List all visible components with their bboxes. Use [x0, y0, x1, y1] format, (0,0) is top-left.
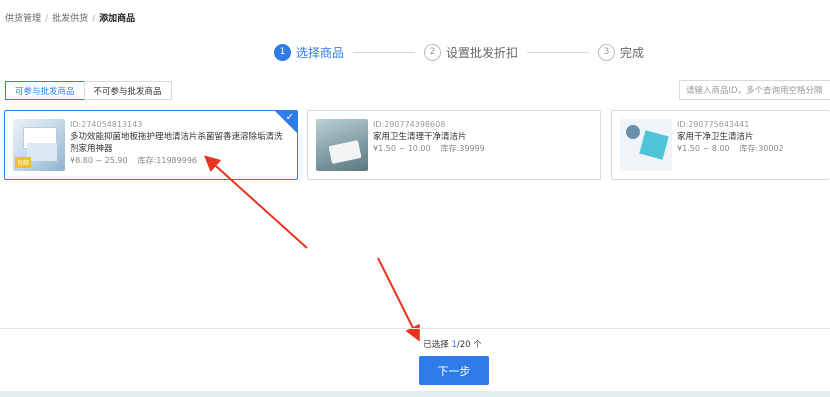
next-step-button[interactable]: 下一步 [419, 356, 489, 385]
step-divider [527, 51, 590, 53]
product-meta: ¥8.80 ~ 25.90 库存:11989996 [70, 155, 289, 167]
breadcrumb-separator: / [45, 14, 49, 24]
selected-prefix: 已选择 [423, 340, 452, 350]
breadcrumb: 供货管理 / 批发供货 / 添加商品 [5, 11, 135, 24]
product-name: 家用干净卫生清洁片 [677, 132, 754, 142]
step-label: 选择商品 [296, 45, 345, 60]
product-info: ID:290774398608 家用卫生清理干净清洁片 ¥1.50 ~ 10.0… [373, 119, 592, 155]
selected-count: 已选择 1/20 个 [0, 338, 830, 350]
product-card[interactable]: 包邮 ID:274054813143 多功效能抑菌地板拖护理地清洁片杀菌留香速溶… [4, 110, 298, 180]
product-stock: 库存:11989996 [137, 156, 198, 165]
product-price: ¥8.80 ~ 25.90 [70, 156, 128, 165]
step-number: 2 [424, 43, 442, 61]
product-image [316, 119, 368, 171]
product-card[interactable]: ID:290775643441 家用干净卫生清洁片 ¥1.50 ~ 8.00 库存… [611, 110, 830, 180]
step-indicator: 1 选择商品 2 设置批发折扣 3 完成 [274, 43, 644, 61]
product-meta: ¥1.50 ~ 10.00 库存:39999 [373, 143, 592, 155]
step-label: 设置批发折扣 [446, 45, 519, 60]
breadcrumb-separator: / [92, 14, 96, 24]
product-stock: 库存:30002 [739, 144, 784, 153]
product-image: 包邮 [13, 119, 65, 171]
step-number: 3 [598, 43, 616, 61]
search-input[interactable]: 请输入商品ID，多个查询用空格分隔 [679, 80, 830, 100]
breadcrumb-current: 添加商品 [99, 14, 136, 24]
product-id: ID:290775643441 [677, 120, 750, 129]
annotation-arrow-count [377, 257, 420, 342]
tab-ineligible-products[interactable]: 不可参与批发商品 [83, 81, 172, 100]
tab-eligible-products[interactable]: 可参与批发商品 [5, 81, 85, 100]
step-divider [353, 51, 416, 53]
step-number: 1 [274, 43, 291, 61]
product-meta: ¥1.50 ~ 8.00 库存:30002 [677, 143, 822, 155]
product-name: 家用卫生清理干净清洁片 [373, 132, 467, 142]
selected-suffix: /20 个 [456, 340, 482, 350]
step-set-discount: 2 设置批发折扣 [424, 43, 519, 61]
product-stock: 库存:39999 [440, 144, 485, 153]
product-id: ID:274054813143 [70, 120, 143, 129]
breadcrumb-item-wholesale[interactable]: 批发供货 [52, 14, 88, 24]
product-badge: 包邮 [15, 157, 32, 168]
product-price: ¥1.50 ~ 8.00 [677, 144, 730, 153]
product-price: ¥1.50 ~ 10.00 [373, 144, 431, 153]
product-info: ID:274054813143 多功效能抑菌地板拖护理地清洁片杀菌留香速溶除垢清… [70, 119, 289, 167]
product-info: ID:290775643441 家用干净卫生清洁片 ¥1.50 ~ 8.00 库存… [677, 119, 822, 155]
check-icon: ✓ [285, 112, 294, 123]
step-complete: 3 完成 [598, 43, 645, 61]
breadcrumb-item-supply[interactable]: 供货管理 [5, 14, 41, 24]
filter-tabs: 可参与批发商品 不可参与批发商品 [5, 81, 172, 100]
product-image [620, 119, 672, 171]
step-select-product: 1 选择商品 [274, 43, 345, 61]
step-label: 完成 [620, 45, 645, 60]
product-id: ID:290774398608 [373, 120, 446, 129]
product-card[interactable]: ID:290774398608 家用卫生清理干净清洁片 ¥1.50 ~ 10.0… [307, 110, 601, 180]
bottom-bar [0, 391, 830, 397]
footer-divider [0, 328, 830, 329]
product-name: 多功效能抑菌地板拖护理地清洁片杀菌留香速溶除垢清洗剂家用神器 [70, 132, 283, 154]
